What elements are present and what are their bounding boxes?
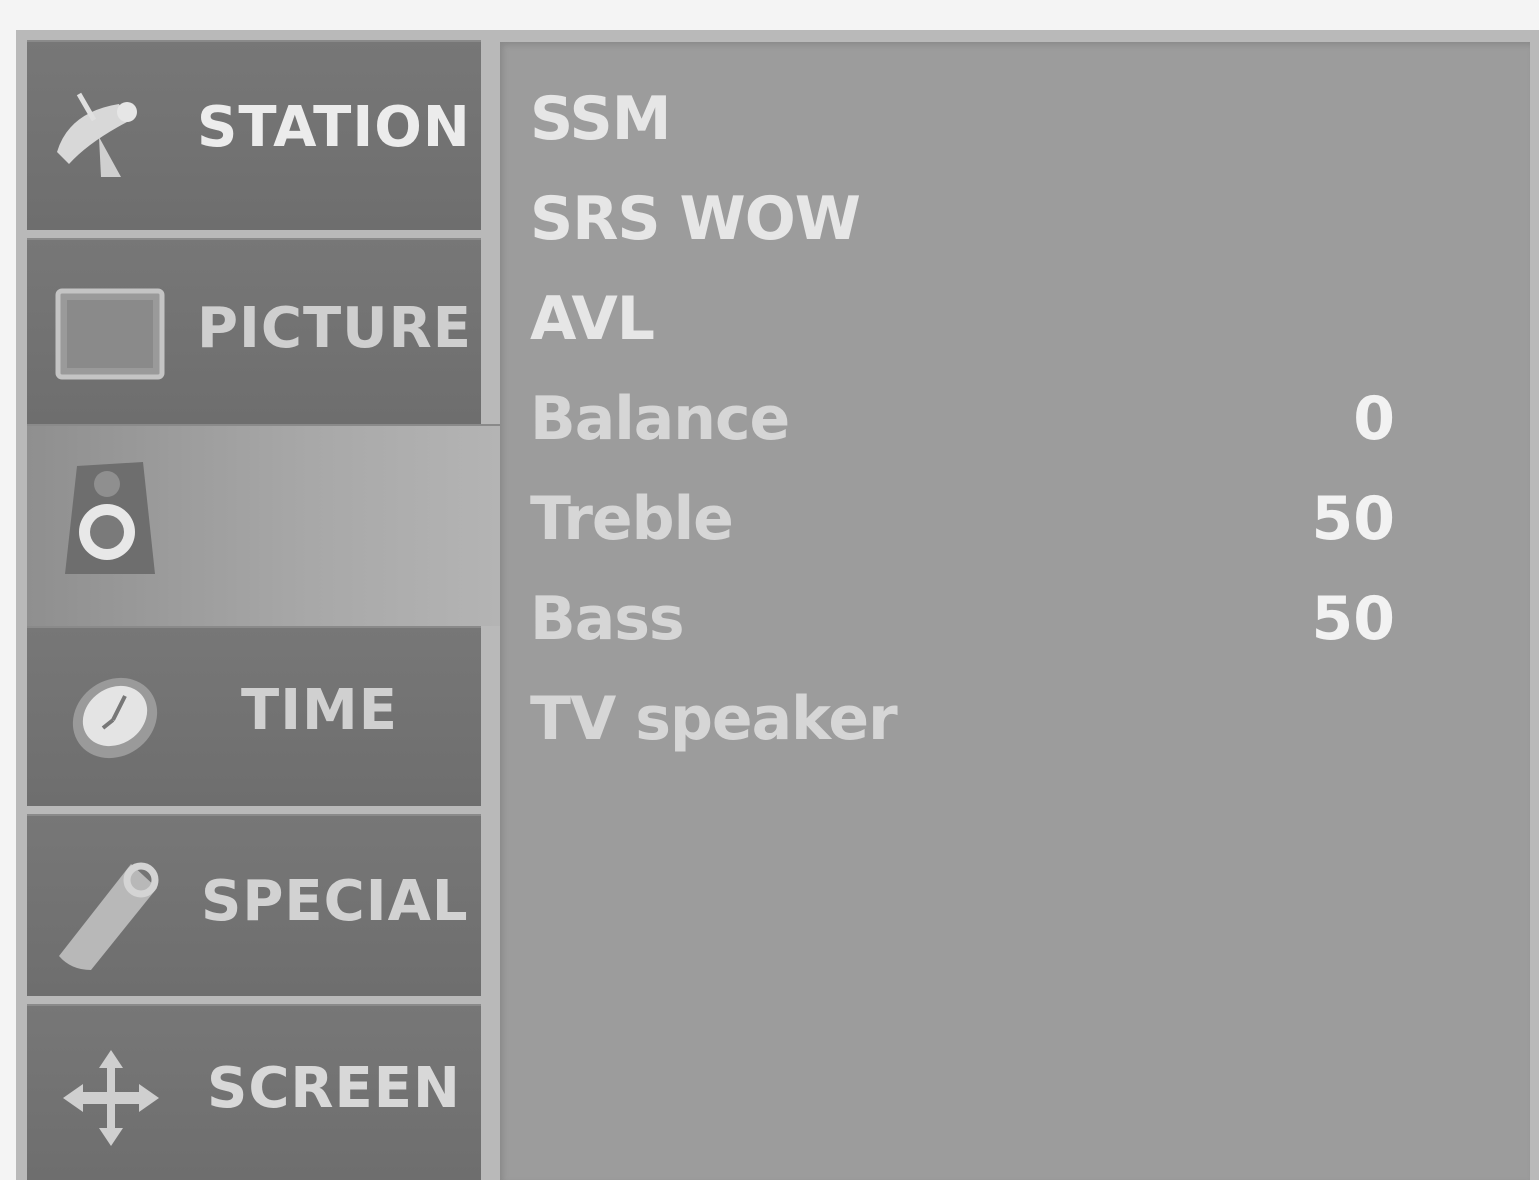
tab-label-special: SPECIAL (201, 869, 469, 934)
menu-item-bass[interactable]: Bass 50 (530, 584, 1395, 674)
menu-item-label: SRS WOW (530, 184, 861, 254)
menu-item-value: 0 (1353, 384, 1395, 454)
move-arrows-icon (63, 1050, 159, 1146)
clock-icon (72, 677, 158, 759)
tab-station[interactable]: STATION (27, 40, 481, 230)
menu-item-label: Balance (530, 384, 790, 454)
tab-label-time: TIME (241, 678, 399, 743)
satellite-dish-icon (57, 92, 137, 177)
menu-item-value: 50 (1311, 584, 1396, 654)
tag-icon (59, 862, 159, 970)
tab-picture[interactable]: PICTURE (27, 238, 481, 424)
menu-item-ssm[interactable]: SSM (530, 84, 1380, 174)
menu-item-tv-speaker[interactable]: TV speaker (530, 684, 1380, 774)
menu-item-label: TV speaker (530, 684, 898, 754)
menu-item-avl[interactable]: AVL (530, 284, 1380, 374)
menu-item-label: SSM (530, 84, 671, 154)
tab-screen[interactable]: SCREEN (27, 1004, 481, 1180)
tv-screen-icon (55, 288, 165, 380)
menu-item-label: AVL (530, 284, 655, 354)
tab-label-screen: SCREEN (207, 1056, 461, 1121)
menu-item-treble[interactable]: Treble 50 (530, 484, 1395, 574)
menu-item-balance[interactable]: Balance 0 (530, 384, 1395, 474)
menu-item-label: Treble (530, 484, 734, 554)
sound-settings-panel: SSM SRS WOW AVL Balance 0 Treble 50 Bass… (500, 42, 1530, 1180)
tab-label-picture: PICTURE (197, 296, 473, 361)
menu-sidebar: STATION PICTURE TIME SPECIAL SCREEN (27, 40, 501, 1180)
menu-item-value: 50 (1311, 484, 1396, 554)
menu-item-srs-wow[interactable]: SRS WOW (530, 184, 1380, 274)
tab-special[interactable]: SPECIAL (27, 814, 481, 996)
tab-label-station: STATION (197, 95, 471, 160)
tab-time[interactable]: TIME (27, 626, 481, 806)
menu-item-label: Bass (530, 584, 685, 654)
speaker-icon (65, 462, 155, 574)
tab-sound[interactable] (27, 424, 501, 626)
